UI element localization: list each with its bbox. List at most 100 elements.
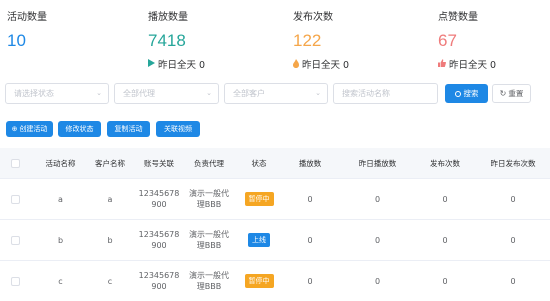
filter-bar: 请选择状态 ⌄ 全部代理 ⌄ 全部客户 ⌄ 搜索活动名称 搜索 ↻ 重置 bbox=[5, 83, 550, 105]
copy-activity-label: 复制活动 bbox=[114, 125, 143, 133]
action-bar: ⊕ 创建活动 修改状态 复制活动 关联视频 bbox=[6, 121, 306, 138]
thumb-icon bbox=[438, 59, 446, 69]
cell-yesterday-publishes: 0 bbox=[510, 194, 516, 204]
cell-name: a bbox=[58, 194, 63, 204]
status-badge: 上线 bbox=[248, 233, 270, 247]
row-select bbox=[5, 179, 25, 219]
status-badge: 暂停中 bbox=[244, 192, 274, 206]
search-icon bbox=[454, 90, 461, 97]
header-cell: 状态 bbox=[251, 158, 267, 168]
stat-sub: 昨日全天 0 bbox=[148, 57, 205, 71]
cell-plays: 0 bbox=[307, 194, 313, 204]
cell-yesterday-publishes: 0 bbox=[510, 276, 516, 286]
cell-publishes: 0 bbox=[442, 194, 448, 204]
link-video-button[interactable]: 关联视频 bbox=[156, 121, 200, 137]
stat-label: 播放数量 bbox=[148, 12, 188, 23]
header-cell: 账号关联 bbox=[144, 158, 174, 168]
stat-publish-count: 发布次数 122 昨日全天 0 bbox=[293, 8, 349, 71]
cell-account: 12345678 900 bbox=[138, 189, 180, 209]
copy-activity-button[interactable]: 复制活动 bbox=[107, 121, 150, 137]
row-checkbox[interactable] bbox=[10, 276, 20, 286]
cell-status: 暂停中 bbox=[239, 261, 279, 301]
table-row[interactable]: a a 12345678 900 演示一般代 理BBB 暂停中 0 0 0 0 bbox=[0, 179, 550, 220]
stat-sub-text: 昨日全天 0 bbox=[449, 60, 497, 71]
stat-value: 7418 bbox=[148, 31, 186, 50]
cell-yesterday-plays: 0 bbox=[374, 235, 381, 245]
cell-publishes: 0 bbox=[442, 235, 448, 245]
cell-customer: a bbox=[107, 194, 113, 204]
search-input[interactable]: 搜索活动名称 bbox=[333, 83, 438, 104]
status-badge: 暂停中 bbox=[244, 274, 274, 288]
header-cell: 发布次数 bbox=[430, 158, 460, 168]
header-cell: 活动名称 bbox=[45, 158, 76, 168]
cell-status: 上线 bbox=[239, 220, 279, 260]
header-cell: 客户名称 bbox=[95, 158, 125, 168]
agent-select-placeholder: 全部代理 bbox=[123, 89, 155, 98]
cell-customer: c bbox=[107, 276, 113, 286]
cell-plays: 0 bbox=[307, 235, 313, 245]
edit-status-button[interactable]: 修改状态 bbox=[58, 121, 101, 137]
header-select-all bbox=[5, 148, 25, 178]
cell-agent: 演示一般代 理BBB bbox=[189, 271, 229, 291]
cell-name: b bbox=[57, 235, 64, 245]
plus-circle-icon: ⊕ bbox=[11, 125, 18, 133]
reset-button-label: 重置 bbox=[508, 89, 524, 98]
stat-value: 122 bbox=[293, 31, 322, 50]
cell-status: 暂停中 bbox=[239, 179, 279, 219]
search-input-placeholder: 搜索活动名称 bbox=[342, 89, 390, 98]
stat-sub: 昨日全天 0 bbox=[438, 57, 496, 71]
cell-yesterday-plays: 0 bbox=[374, 194, 381, 204]
stat-value: 10 bbox=[7, 31, 26, 50]
cell-customer: b bbox=[107, 235, 113, 245]
row-select bbox=[5, 220, 25, 260]
row-checkbox[interactable] bbox=[10, 194, 20, 204]
stat-label: 点赞数量 bbox=[438, 12, 478, 23]
agent-select[interactable]: 全部代理 ⌄ bbox=[114, 83, 219, 104]
table-header: 活动名称 客户名称 账号关联 负责代理 状态 播放数 昨日播放数 发布次数 昨日… bbox=[0, 148, 550, 179]
link-video-label: 关联视频 bbox=[164, 125, 192, 133]
activity-table: 活动名称 客户名称 账号关联 负责代理 状态 播放数 昨日播放数 发布次数 昨日… bbox=[0, 148, 550, 301]
cell-account: 12345678 900 bbox=[138, 230, 180, 250]
refresh-icon: ↻ bbox=[499, 89, 507, 98]
customer-select[interactable]: 全部客户 ⌄ bbox=[224, 83, 328, 104]
chevron-down-icon: ⌄ bbox=[96, 89, 102, 97]
stat-activity-count: 活动数量 10 bbox=[7, 8, 47, 51]
flame-icon bbox=[293, 58, 299, 70]
table-row[interactable]: b b 12345678 900 演示一般代 理BBB 上线 0 0 0 0 bbox=[0, 220, 550, 261]
cell-yesterday-plays: 0 bbox=[374, 276, 381, 286]
chevron-down-icon: ⌄ bbox=[206, 89, 212, 97]
edit-status-label: 修改状态 bbox=[65, 125, 94, 133]
header-cell: 昨日播放数 bbox=[358, 158, 397, 168]
stat-value: 67 bbox=[438, 31, 457, 50]
cell-plays: 0 bbox=[307, 276, 313, 286]
stat-label: 活动数量 bbox=[7, 12, 47, 23]
cell-yesterday-publishes: 0 bbox=[510, 235, 516, 245]
header-cell: 负责代理 bbox=[194, 158, 224, 168]
customer-select-placeholder: 全部客户 bbox=[233, 89, 265, 98]
search-button[interactable]: 搜索 bbox=[445, 84, 488, 103]
header-cell: 昨日发布次数 bbox=[490, 158, 536, 168]
cell-agent: 演示一般代 理BBB bbox=[189, 230, 229, 250]
create-activity-button[interactable]: ⊕ 创建活动 bbox=[6, 121, 53, 137]
cell-name: c bbox=[58, 276, 63, 286]
status-select[interactable]: 请选择状态 ⌄ bbox=[5, 83, 109, 104]
play-icon bbox=[148, 59, 155, 69]
row-select bbox=[5, 261, 25, 301]
stat-label: 发布次数 bbox=[293, 12, 333, 23]
stat-play-count: 播放数量 7418 昨日全天 0 bbox=[148, 8, 205, 71]
cell-agent: 演示一般代 理BBB bbox=[189, 189, 229, 209]
stat-like-count: 点赞数量 67 昨日全天 0 bbox=[438, 8, 496, 71]
search-button-label: 搜索 bbox=[463, 89, 479, 98]
header-cell: 播放数 bbox=[298, 158, 322, 168]
stat-sub: 昨日全天 0 bbox=[293, 57, 349, 71]
select-all-checkbox[interactable] bbox=[10, 158, 20, 168]
reset-button[interactable]: ↻ 重置 bbox=[492, 84, 531, 103]
row-checkbox[interactable] bbox=[10, 235, 20, 245]
table-row[interactable]: c c 12345678 900 演示一般代 理BBB 暂停中 0 0 0 0 bbox=[0, 261, 550, 301]
stat-sub-text: 昨日全天 0 bbox=[302, 60, 350, 71]
create-activity-label: 创建活动 bbox=[19, 125, 48, 133]
status-select-placeholder: 请选择状态 bbox=[14, 89, 54, 98]
stat-sub-text: 昨日全天 0 bbox=[158, 60, 206, 71]
chevron-down-icon: ⌄ bbox=[315, 89, 321, 97]
cell-account: 12345678 900 bbox=[138, 271, 180, 291]
